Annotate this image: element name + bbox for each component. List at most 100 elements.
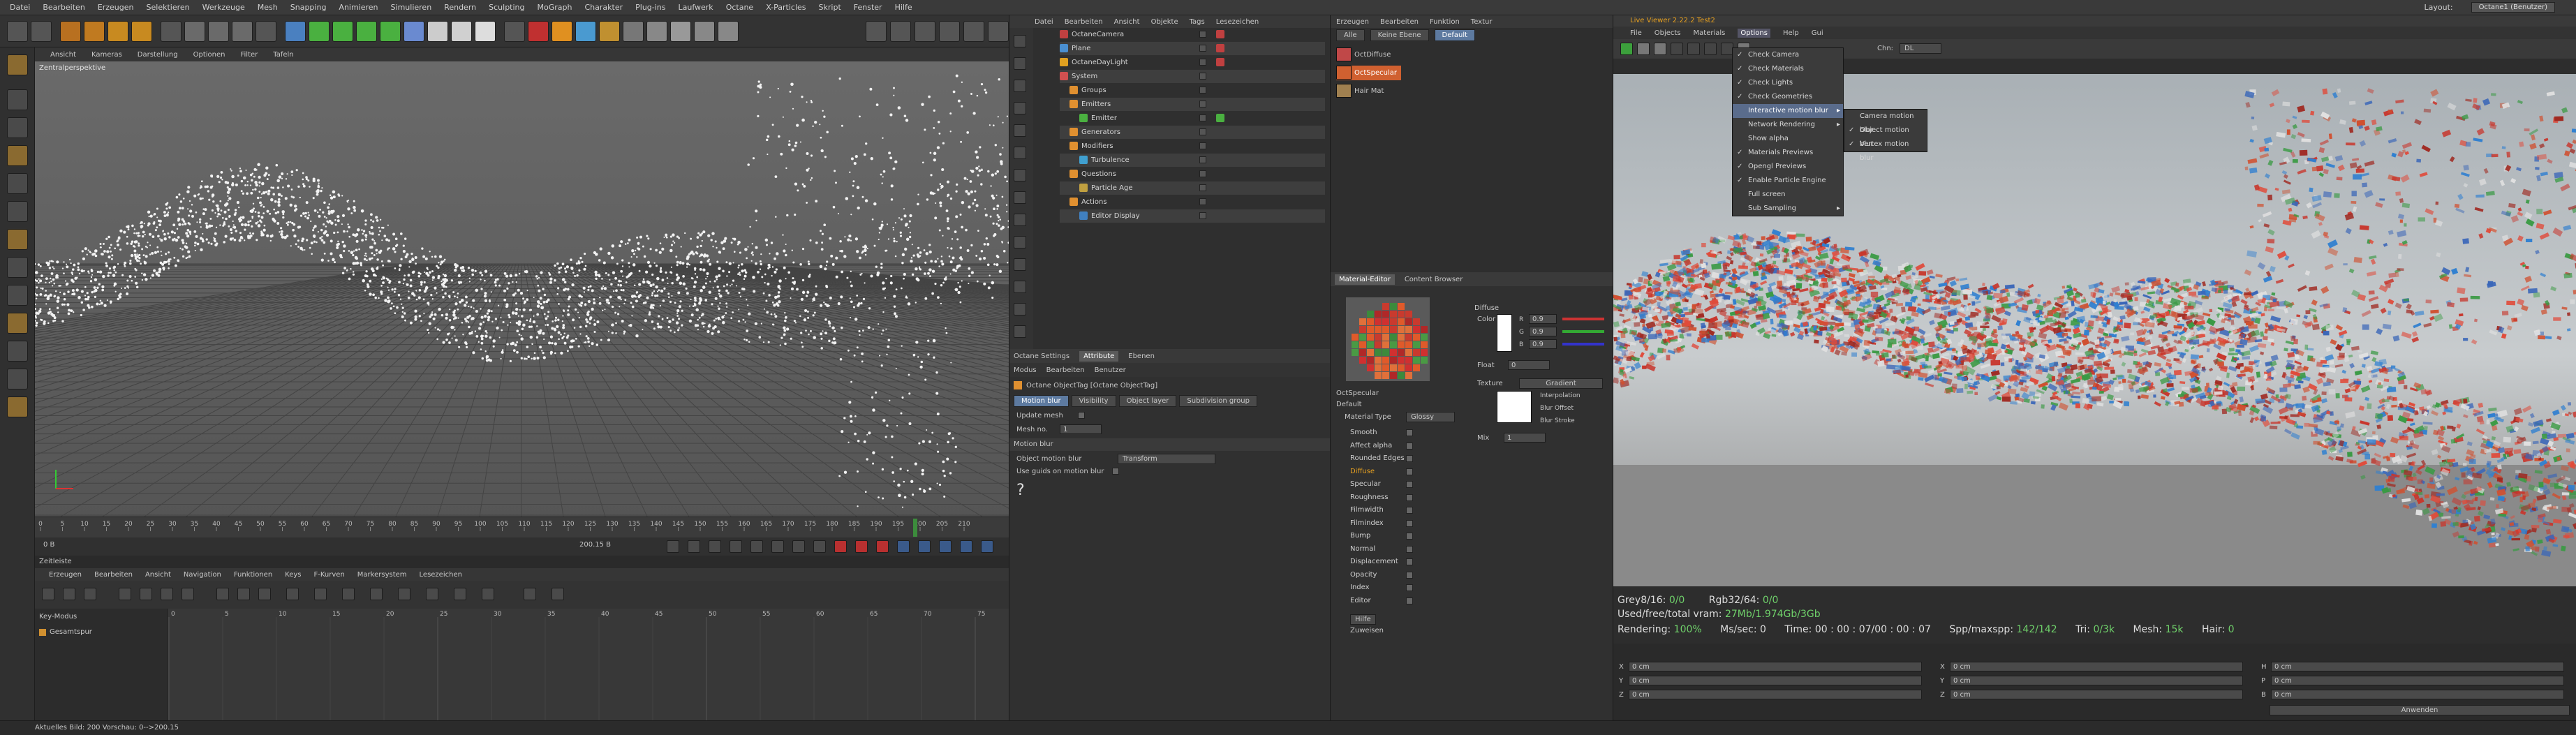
options-menu-item[interactable]: Network Rendering: [1733, 118, 1843, 132]
coord-field[interactable]: 0 cm: [1629, 676, 1922, 685]
attribute-tab[interactable]: Ebenen: [1128, 352, 1155, 360]
3d-viewport[interactable]: Zentralperspektive: [35, 61, 1009, 517]
material-channel-label[interactable]: Roughness: [1350, 493, 1389, 501]
toolbar-tool-icon[interactable]: [60, 21, 81, 42]
material-filter-button[interactable]: Alle: [1336, 29, 1365, 41]
object-menu-item[interactable]: Ansicht: [1114, 18, 1140, 26]
material-menu-item[interactable]: Funktion: [1430, 18, 1460, 26]
material-menu-item[interactable]: Erzeugen: [1336, 18, 1369, 26]
visibility-toggle[interactable]: [1199, 45, 1206, 52]
timeline-tool-icon[interactable]: [182, 588, 194, 600]
menu-selektieren[interactable]: Selektieren: [147, 3, 190, 12]
playback-button[interactable]: [813, 540, 826, 553]
attribute-menu-item[interactable]: Bearbeiten: [1046, 366, 1085, 374]
toolbar-tool-icon[interactable]: [552, 21, 572, 42]
live-viewer-menu-options[interactable]: Options: [1738, 28, 1770, 38]
live-viewer-tool-icon[interactable]: [1637, 43, 1650, 55]
menu-erzeugen[interactable]: Erzeugen: [98, 3, 134, 12]
timeline-tool-icon[interactable]: [524, 588, 536, 600]
object-tool-icon[interactable]: [1014, 281, 1026, 293]
viewport-menu-darstellung[interactable]: Darstellung: [138, 51, 178, 59]
timeline-menu-item[interactable]: Funktionen: [234, 571, 272, 579]
live-viewer-menu-gui[interactable]: Gui: [1812, 29, 1823, 37]
object-menu-item[interactable]: Lesezeichen: [1216, 18, 1259, 26]
toolbar-tool-icon[interactable]: [256, 21, 276, 42]
object-tool-icon[interactable]: [1014, 124, 1026, 137]
menu-snapping[interactable]: Snapping: [290, 3, 327, 12]
attribute-menu-item[interactable]: Modus: [1014, 366, 1037, 374]
live-viewer-tool-icon[interactable]: [1671, 43, 1683, 55]
viewport-menu-ansicht[interactable]: Ansicht: [50, 51, 76, 59]
viewport-menu-optionen[interactable]: Optionen: [193, 51, 225, 59]
attribute-tab[interactable]: Octane Settings: [1014, 352, 1069, 360]
visibility-toggle[interactable]: [1199, 212, 1206, 219]
timeline-ruler[interactable]: 0 5 10 15 20 25 30 35 40 45 50 55 60 65 70 75 80 85 90 95 10…: [35, 517, 1009, 537]
submenu-item[interactable]: Vertex motion blur: [1844, 138, 1927, 162]
timeline-menu-item[interactable]: Erzeugen: [49, 571, 82, 579]
object-motion-blur-dropdown[interactable]: Transform: [1118, 454, 1215, 464]
toolbar-tool-icon[interactable]: [694, 21, 715, 42]
toolbar-tool-icon[interactable]: [309, 21, 330, 42]
material-channel-label[interactable]: Filmwidth: [1350, 506, 1384, 514]
object-row[interactable]: OctaneCamera: [1060, 28, 1325, 41]
toolbar-tool-icon[interactable]: [404, 21, 424, 42]
toolbar-tool-icon[interactable]: [285, 21, 306, 42]
attribute-group-button[interactable]: Motion blur: [1014, 395, 1069, 407]
mode-tool-icon[interactable]: [7, 201, 28, 222]
live-viewer-menu-file[interactable]: File: [1630, 29, 1642, 37]
timeline-menu-item[interactable]: Lesezeichen: [420, 571, 462, 579]
toolbar-tool-icon[interactable]: [356, 21, 377, 42]
menu-rendern[interactable]: Rendern: [444, 3, 476, 12]
live-viewer-tool-icon[interactable]: [1704, 43, 1717, 55]
help-icon[interactable]: ?: [1016, 482, 1025, 499]
timeline-key-area[interactable]: 0 5 10 15 20 25 30 35 40 45 50 55 60 65 70 75: [168, 609, 1009, 720]
visibility-toggle[interactable]: [1199, 156, 1206, 163]
menu-charakter[interactable]: Charakter: [584, 3, 623, 12]
menu-animieren[interactable]: Animieren: [339, 3, 378, 12]
frame-end-field[interactable]: 200.15 B: [579, 541, 611, 549]
material-channel-checkbox[interactable]: [1406, 584, 1413, 591]
visibility-toggle[interactable]: [1199, 170, 1206, 177]
mode-tool-icon[interactable]: [7, 145, 28, 166]
material-channel-checkbox[interactable]: [1406, 455, 1413, 462]
toolbar-tool-icon[interactable]: [890, 21, 911, 42]
coord-field[interactable]: 0 cm: [1629, 662, 1922, 671]
toolbar-tool-icon[interactable]: [988, 21, 1009, 42]
material-channel-label[interactable]: Specular: [1350, 480, 1381, 488]
menu-hilfe[interactable]: Hilfe: [895, 3, 912, 12]
object-row[interactable]: Questions: [1060, 168, 1325, 181]
object-tool-icon[interactable]: [1014, 35, 1026, 47]
visibility-toggle[interactable]: [1199, 59, 1206, 66]
toolbar-tool-icon[interactable]: [184, 21, 205, 42]
coord-field[interactable]: 0 cm: [2271, 676, 2564, 685]
toolbar-tool-icon[interactable]: [718, 21, 739, 42]
options-menu-item[interactable]: Check Camera: [1733, 48, 1843, 62]
playback-button[interactable]: [771, 540, 784, 553]
playback-button[interactable]: [667, 540, 679, 553]
mode-tool-icon[interactable]: [7, 341, 28, 362]
material-channel-label[interactable]: Bump: [1350, 532, 1370, 540]
menu-mograph[interactable]: MoGraph: [538, 3, 572, 12]
material-channel-label[interactable]: Smooth: [1350, 429, 1377, 436]
material-channel-label[interactable]: Displacement: [1350, 558, 1398, 565]
options-menu-item[interactable]: Check Materials: [1733, 62, 1843, 76]
toolbar-tool-icon[interactable]: [161, 21, 182, 42]
timeline-tool-icon[interactable]: [119, 588, 131, 600]
object-tool-icon[interactable]: [1014, 57, 1026, 70]
playback-button[interactable]: [730, 540, 742, 553]
mode-tool-icon[interactable]: [7, 257, 28, 278]
timeline-menu-item[interactable]: Markersystem: [357, 571, 407, 579]
playback-button[interactable]: [750, 540, 763, 553]
object-menu-item[interactable]: Tags: [1190, 18, 1205, 26]
playback-button[interactable]: [855, 540, 868, 553]
menu-bearbeiten[interactable]: Bearbeiten: [43, 3, 84, 12]
mode-tool-icon[interactable]: [7, 89, 28, 110]
tag-icon[interactable]: [1216, 30, 1224, 38]
object-tool-icon[interactable]: [1014, 325, 1026, 338]
live-viewer-menu-objects[interactable]: Objects: [1655, 29, 1681, 37]
playback-button[interactable]: [897, 540, 910, 553]
color-swatch[interactable]: [1497, 314, 1512, 352]
timeline-tool-icon[interactable]: [258, 588, 271, 600]
coord-field[interactable]: 0 cm: [1950, 662, 2243, 671]
material-filter-button[interactable]: Default: [1434, 29, 1476, 41]
